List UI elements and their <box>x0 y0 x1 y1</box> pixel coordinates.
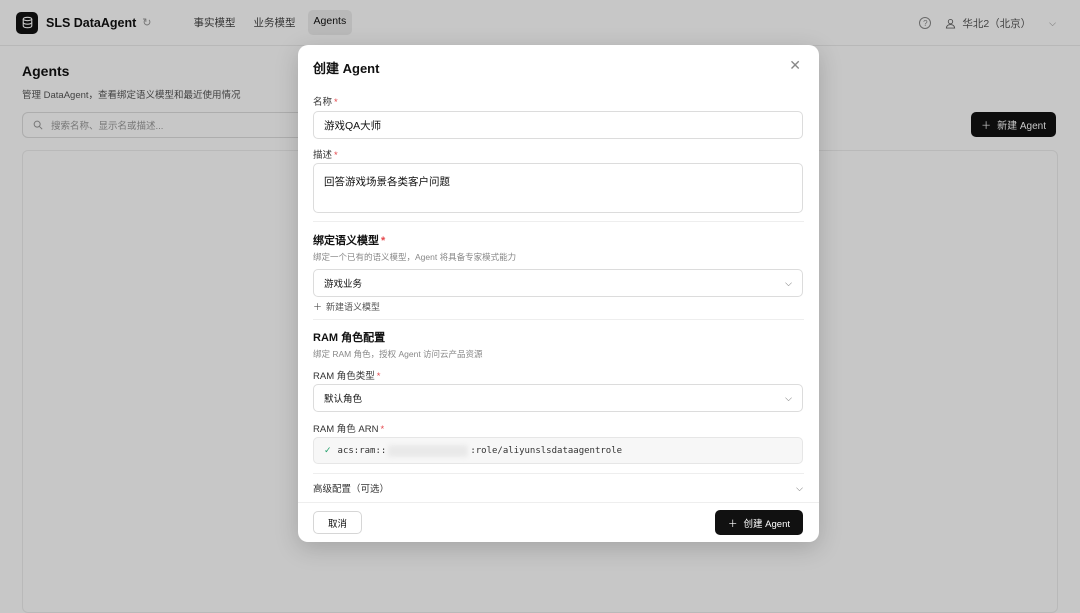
check-icon: ✓ <box>324 445 332 456</box>
semantic-model-select[interactable]: 游戏业务 ⌵ <box>313 269 803 297</box>
description-field[interactable]: 回答游戏场景各类客户问题 <box>313 163 803 213</box>
create-agent-label: 创建 Agent <box>743 518 790 530</box>
divider <box>313 319 804 320</box>
redacted-account-id <box>388 444 469 457</box>
description-label: 描述 * <box>313 150 338 161</box>
divider <box>313 473 804 474</box>
dialog-footer: 取消 ＋ 创建 Agent <box>298 502 819 542</box>
ram-role-type-select[interactable]: 默认角色 ⌵ <box>313 384 803 412</box>
semantic-model-hint: 绑定一个已有的语义模型，Agent 将具备专家模式能力 <box>313 252 517 262</box>
ram-arn-label: RAM 角色 ARN * <box>313 424 385 435</box>
semantic-model-value: 游戏业务 <box>324 279 363 290</box>
chevron-down-icon: ⌵ <box>785 392 792 403</box>
ram-role-type-value: 默认角色 <box>324 394 363 405</box>
chevron-down-icon: ⌵ <box>785 277 792 288</box>
ram-role-type-label: RAM 角色类型 * <box>313 371 381 382</box>
semantic-model-section-title: 绑定语义模型 * <box>313 235 386 247</box>
dialog-title: 创建 Agent <box>313 61 380 76</box>
ram-hint: 绑定 RAM 角色，授权 Agent 访问云产品资源 <box>313 349 483 359</box>
advanced-config-label: 高级配置（可选） <box>313 484 390 495</box>
create-agent-dialog: 创建 Agent ✕ 名称 * 游戏QA大师 描述 * 回答游戏场景各类客户问题 绑… <box>298 45 819 542</box>
name-field[interactable]: 游戏QA大师 <box>313 111 803 139</box>
divider <box>313 221 804 222</box>
arn-prefix: acs:ram:: <box>337 445 387 456</box>
add-semantic-model-link[interactable]: ＋ 新建语义模型 <box>313 300 380 313</box>
chevron-down-icon: ⌵ <box>796 482 803 493</box>
cancel-button[interactable]: 取消 <box>313 511 363 534</box>
advanced-config-toggle[interactable]: 高级配置（可选） ⌵ <box>313 481 803 496</box>
add-semantic-model-label: 新建语义模型 <box>326 302 381 312</box>
arn-suffix: :role/aliyunslsdataagentrole <box>470 445 623 456</box>
name-label: 名称 * <box>313 97 338 108</box>
ram-arn-field: ✓ acs:ram:: :role/aliyunslsdataagentrole <box>313 437 803 464</box>
plus-icon: ＋ <box>728 518 738 530</box>
ram-section-title: RAM 角色配置 <box>313 332 386 344</box>
plus-icon: ＋ <box>313 302 323 312</box>
create-agent-button[interactable]: ＋ 创建 Agent <box>715 510 803 535</box>
close-icon[interactable]: ✕ <box>789 57 801 74</box>
